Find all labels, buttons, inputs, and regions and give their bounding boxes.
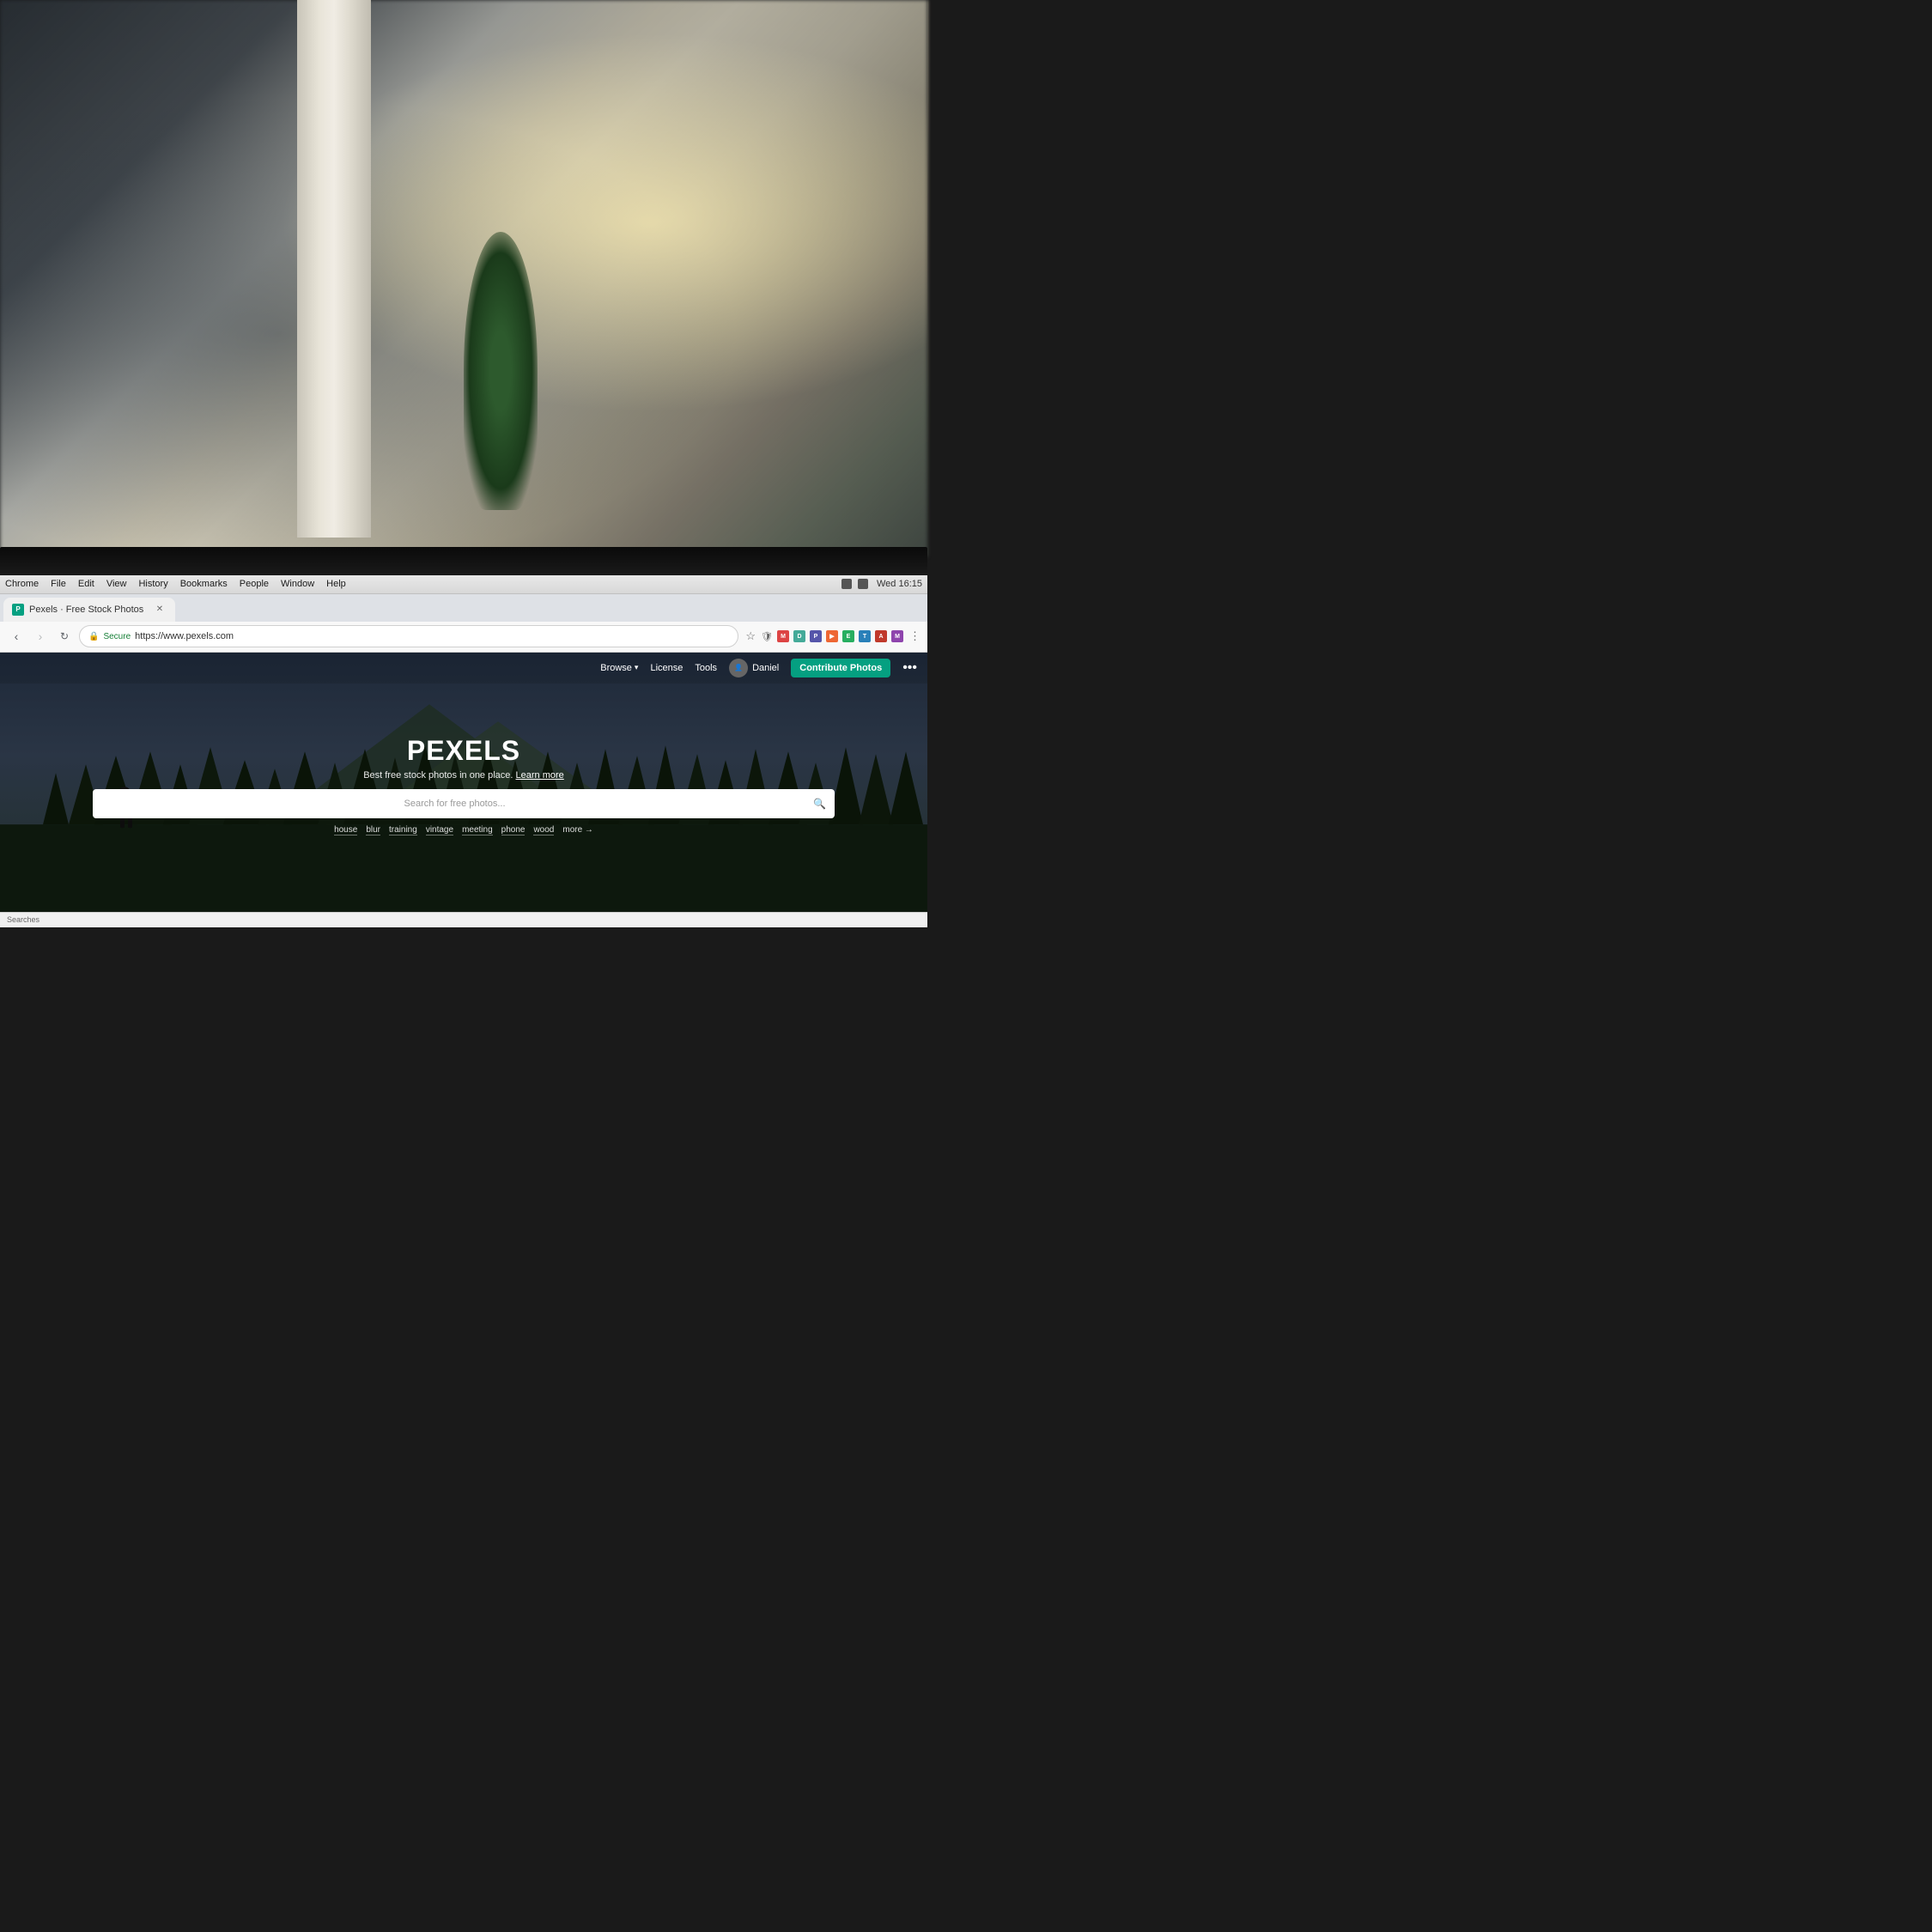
mac-menubar: Chrome File Edit View History Bookmarks … — [0, 575, 927, 594]
refresh-button[interactable]: ↻ — [55, 627, 74, 646]
pexels-hero: PEXELS Best free stock photos in one pla… — [93, 735, 835, 835]
ext-icon-7[interactable]: A — [875, 630, 887, 642]
pexels-logo: PEXELS — [93, 735, 835, 767]
tab-title: Pexels · Free Stock Photos — [29, 605, 143, 615]
ext-icon-2[interactable]: D — [793, 630, 805, 642]
secure-label: Secure — [103, 632, 131, 641]
menubar-right: Wed 16:15 — [841, 579, 922, 589]
chrome-tab-pexels[interactable]: P Pexels · Free Stock Photos ✕ — [3, 598, 175, 622]
more-options-button[interactable]: ••• — [902, 660, 917, 676]
user-name[interactable]: Daniel — [752, 663, 779, 673]
browse-label: Browse — [600, 663, 632, 673]
contribute-photos-button[interactable]: Contribute Photos — [791, 659, 890, 677]
suggestion-wood[interactable]: wood — [533, 825, 554, 835]
menu-people[interactable]: People — [240, 579, 269, 589]
browse-nav-link[interactable]: Browse ▾ — [600, 663, 638, 673]
menu-chrome[interactable]: Chrome — [5, 579, 39, 589]
menu-help[interactable]: Help — [326, 579, 346, 589]
ext-icon-5[interactable]: E — [842, 630, 854, 642]
suggestion-phone[interactable]: phone — [501, 825, 526, 835]
search-placeholder: Search for free photos... — [101, 799, 808, 809]
tab-favicon: P — [12, 604, 24, 616]
suggestion-vintage[interactable]: vintage — [426, 825, 453, 835]
pexels-tagline: Best free stock photos in one place. Lea… — [93, 770, 835, 781]
menu-view[interactable]: View — [106, 579, 127, 589]
laptop-bezel — [0, 547, 927, 574]
chrome-tabs-bar: P Pexels · Free Stock Photos ✕ — [0, 594, 927, 622]
menu-edit[interactable]: Edit — [78, 579, 94, 589]
user-area: 👤 Daniel — [729, 659, 779, 677]
chrome-toolbar: ‹ › ↻ 🔒 Secure https://www.pexels.com ☆ … — [0, 622, 927, 653]
bottom-bar-text: Searches — [7, 915, 39, 924]
menu-window[interactable]: Window — [281, 579, 314, 589]
browse-chevron-icon: ▾ — [635, 663, 639, 672]
suggestion-house[interactable]: house — [334, 825, 357, 835]
ext-icon-6[interactable]: T — [859, 630, 871, 642]
ext-icon-3[interactable]: P — [810, 630, 822, 642]
chrome-browser: Chrome File Edit View History Bookmarks … — [0, 575, 927, 927]
toolbar-icons: ☆ 🛡 M D P ▶ E T A M ⋮ — [744, 629, 920, 643]
search-icon: 🔍 — [813, 798, 826, 810]
tools-nav-link[interactable]: Tools — [695, 663, 717, 673]
forward-button[interactable]: › — [31, 627, 50, 646]
learn-more-link[interactable]: Learn more — [516, 770, 564, 781]
menubar-time: Wed 16:15 — [877, 579, 922, 589]
menu-bookmarks[interactable]: Bookmarks — [180, 579, 228, 589]
system-icon-battery — [858, 579, 868, 589]
pexels-website: Browse ▾ License Tools 👤 Daniel Contribu… — [0, 653, 927, 927]
plant-decoration — [464, 232, 538, 510]
bookmark-star-icon[interactable]: ☆ — [745, 629, 756, 643]
search-suggestions: house blur training vintage meeting phon… — [93, 825, 835, 835]
address-bar[interactable]: 🔒 Secure https://www.pexels.com — [79, 625, 738, 647]
url-display: https://www.pexels.com — [135, 631, 234, 641]
search-box[interactable]: Search for free photos... 🔍 — [93, 789, 835, 818]
bottom-bar: Searches — [0, 912, 927, 927]
license-label: License — [650, 663, 683, 673]
menu-history[interactable]: History — [138, 579, 167, 589]
ext-icon-1[interactable]: M — [777, 630, 789, 642]
secure-icon: 🔒 — [88, 632, 99, 641]
suggestion-more-link[interactable]: more → — [562, 825, 593, 835]
system-icon-wifi — [841, 579, 852, 589]
shield-icon: 🛡 — [761, 631, 773, 642]
suggestion-meeting[interactable]: meeting — [462, 825, 493, 835]
ext-icon-4[interactable]: ▶ — [826, 630, 838, 642]
menubar-left: Chrome File Edit View History Bookmarks … — [5, 579, 346, 589]
tagline-text: Best free stock photos in one place. — [363, 770, 513, 781]
license-nav-link[interactable]: License — [650, 663, 683, 673]
tab-close-button[interactable]: ✕ — [153, 603, 167, 617]
pexels-nav: Browse ▾ License Tools 👤 Daniel Contribu… — [0, 653, 927, 683]
back-button[interactable]: ‹ — [7, 627, 26, 646]
background-overlay — [0, 0, 927, 556]
chrome-menu-icon[interactable]: ⋮ — [909, 629, 920, 643]
user-avatar[interactable]: 👤 — [729, 659, 748, 677]
suggestion-training[interactable]: training — [389, 825, 417, 835]
menu-file[interactable]: File — [51, 579, 66, 589]
pillar-decoration — [297, 0, 371, 538]
tools-label: Tools — [695, 663, 717, 673]
ext-icon-8[interactable]: M — [891, 630, 903, 642]
suggestion-blur[interactable]: blur — [366, 825, 380, 835]
